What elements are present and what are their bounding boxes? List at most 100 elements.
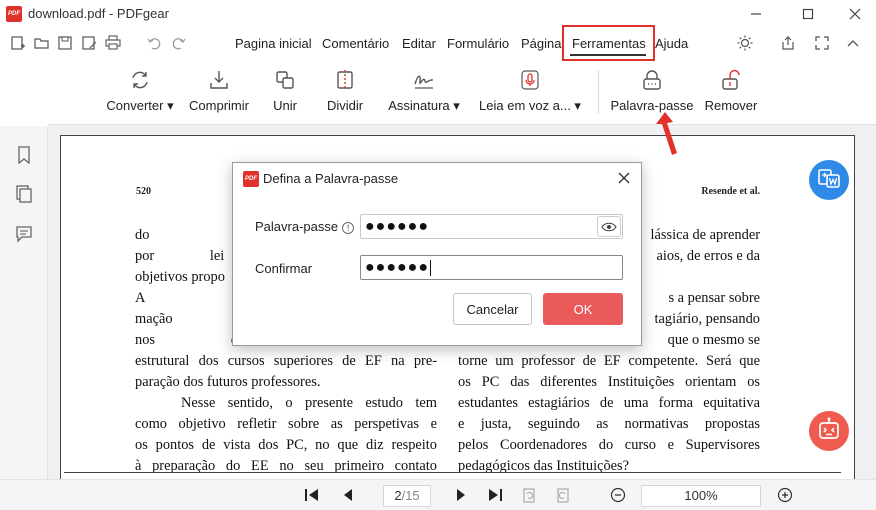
text-line: e justa, seguindo as normativas proposta… [458, 416, 760, 432]
read-aloud-label: Leia em voz a... ▾ [479, 98, 581, 113]
dialog-logo-icon: PDF [243, 171, 259, 187]
thumbnails-icon[interactable] [15, 185, 33, 203]
convert-word-icon [816, 165, 842, 196]
menu-formulario[interactable]: Formulário [447, 36, 509, 51]
show-password-toggle[interactable] [597, 216, 621, 237]
save-as-icon[interactable] [81, 35, 97, 51]
zoom-out-icon[interactable] [609, 486, 627, 504]
app-logo-icon: PDF [6, 6, 22, 22]
minimize-button[interactable] [746, 4, 766, 24]
password-field-label: Palavra-passe! [255, 219, 355, 234]
fullscreen-icon[interactable] [814, 35, 830, 51]
annotation-arrow-icon [656, 112, 677, 155]
text-caret [429, 259, 431, 276]
signature-button[interactable]: Assinatura ▾ [386, 62, 462, 122]
dialog-title: Defina a Palavra-passe [263, 171, 399, 186]
signature-icon [412, 68, 436, 92]
share-icon[interactable] [780, 35, 796, 51]
open-folder-icon[interactable] [34, 35, 50, 51]
text-line: à preparação do EE no seu primeiro conta… [135, 458, 437, 474]
zoom-in-icon[interactable] [776, 486, 794, 504]
ai-assistant-float-button[interactable] [809, 411, 849, 451]
ribbon-separator [598, 70, 599, 114]
merge-label: Unir [273, 98, 297, 113]
page-divider [64, 472, 841, 473]
rotate-right-icon[interactable] [554, 486, 572, 504]
convert-label: Converter ▾ [106, 98, 174, 113]
confirm-password-input[interactable]: ●●●●●● [360, 255, 623, 280]
collapse-ribbon-icon[interactable] [845, 35, 861, 51]
undo-icon[interactable] [146, 35, 162, 51]
previous-page-icon[interactable] [339, 486, 357, 504]
compress-label: Comprimir [189, 98, 249, 113]
unlock-icon [719, 68, 743, 92]
next-page-icon[interactable] [452, 486, 470, 504]
confirm-field-label: Confirmar [255, 261, 313, 276]
lock-icon [640, 68, 664, 92]
signature-label: Assinatura ▾ [388, 98, 460, 113]
save-icon[interactable] [57, 35, 73, 51]
menu-editar[interactable]: Editar [402, 36, 436, 51]
title-bar: PDF download.pdf - PDFgear [0, 0, 876, 28]
cancel-button[interactable]: Cancelar [453, 293, 532, 325]
tools-ribbon: Converter ▾ Comprimir Unir Dividir Assin… [0, 62, 876, 124]
info-icon[interactable]: ! [342, 221, 355, 234]
left-sidebar [0, 126, 48, 510]
pdf-to-word-float-button[interactable] [809, 160, 849, 200]
current-page: 2 [394, 488, 402, 503]
zoom-level-field[interactable]: 100% [641, 485, 761, 507]
password-dialog: PDF Defina a Palavra-passe Palavra-passe… [232, 162, 642, 346]
first-page-icon[interactable] [303, 486, 321, 504]
running-header: Resende et al. [701, 186, 760, 197]
active-tab-underline [570, 54, 646, 56]
ok-button[interactable]: OK [543, 293, 623, 325]
remove-password-button[interactable]: Remover [703, 62, 759, 122]
compress-button[interactable]: Comprimir [186, 62, 252, 122]
password-label-text: Palavra-passe [255, 219, 339, 234]
read-aloud-button[interactable]: Leia em voz a... ▾ [478, 62, 582, 122]
text-line: pelos Coordenadores do curso e Superviso… [458, 437, 760, 453]
split-icon [333, 68, 357, 92]
dialog-close-button[interactable] [615, 169, 633, 187]
page-navigation-bar: 2/15 100% [0, 479, 876, 510]
menu-pagina[interactable]: Página [521, 36, 561, 51]
bookmark-icon[interactable] [15, 146, 33, 164]
new-file-icon[interactable] [10, 35, 26, 51]
convert-icon [128, 68, 152, 92]
text-line: os PC das diferentes Instituições orient… [458, 374, 760, 390]
maximize-button[interactable] [798, 4, 818, 24]
convert-button[interactable]: Converter ▾ [104, 62, 176, 122]
text-line: pedagógicos das Instituições? [458, 458, 630, 474]
page-number: 520 [136, 186, 151, 197]
comments-icon[interactable] [15, 225, 33, 243]
last-page-icon[interactable] [486, 486, 504, 504]
total-pages: /15 [401, 488, 420, 503]
print-icon[interactable] [105, 35, 121, 51]
menu-ajuda[interactable]: Ajuda [655, 36, 688, 51]
password-input[interactable]: ●●●●●● [360, 214, 623, 239]
text-line: paração dos futuros professores. [135, 374, 321, 390]
text-line: os pontos de vista dos PC, no que diz re… [135, 437, 437, 453]
close-window-button[interactable] [845, 4, 865, 24]
menu-row: Pagina inicial Comentário Editar Formulá… [0, 28, 876, 60]
page-number-field[interactable]: 2/15 [383, 485, 431, 507]
text-line: Nesse sentido, o presente estudo tem [181, 395, 437, 411]
menu-pagina-inicial[interactable]: Pagina inicial [235, 36, 312, 51]
theme-sun-icon[interactable] [737, 35, 753, 51]
merge-button[interactable]: Unir [266, 62, 304, 122]
text-line: como objetivo refletir sobre as perspeti… [135, 416, 437, 432]
window-title: download.pdf - PDFgear [28, 6, 169, 21]
text-line: torne um professor de EF competente. Ser… [458, 353, 760, 369]
redo-icon[interactable] [171, 35, 187, 51]
microphone-icon [518, 68, 542, 92]
rotate-left-icon[interactable] [520, 486, 538, 504]
split-label: Dividir [326, 98, 364, 113]
robot-icon [816, 416, 842, 447]
compress-icon [207, 68, 231, 92]
text-line: estudantes estagiários de uma forma equi… [458, 395, 760, 411]
split-button[interactable]: Dividir [322, 62, 368, 122]
remove-label: Remover [704, 98, 758, 113]
close-icon [618, 172, 630, 184]
text-line: estrutural dos cursos superiores de EF n… [135, 353, 437, 369]
menu-comentario[interactable]: Comentário [322, 36, 389, 51]
